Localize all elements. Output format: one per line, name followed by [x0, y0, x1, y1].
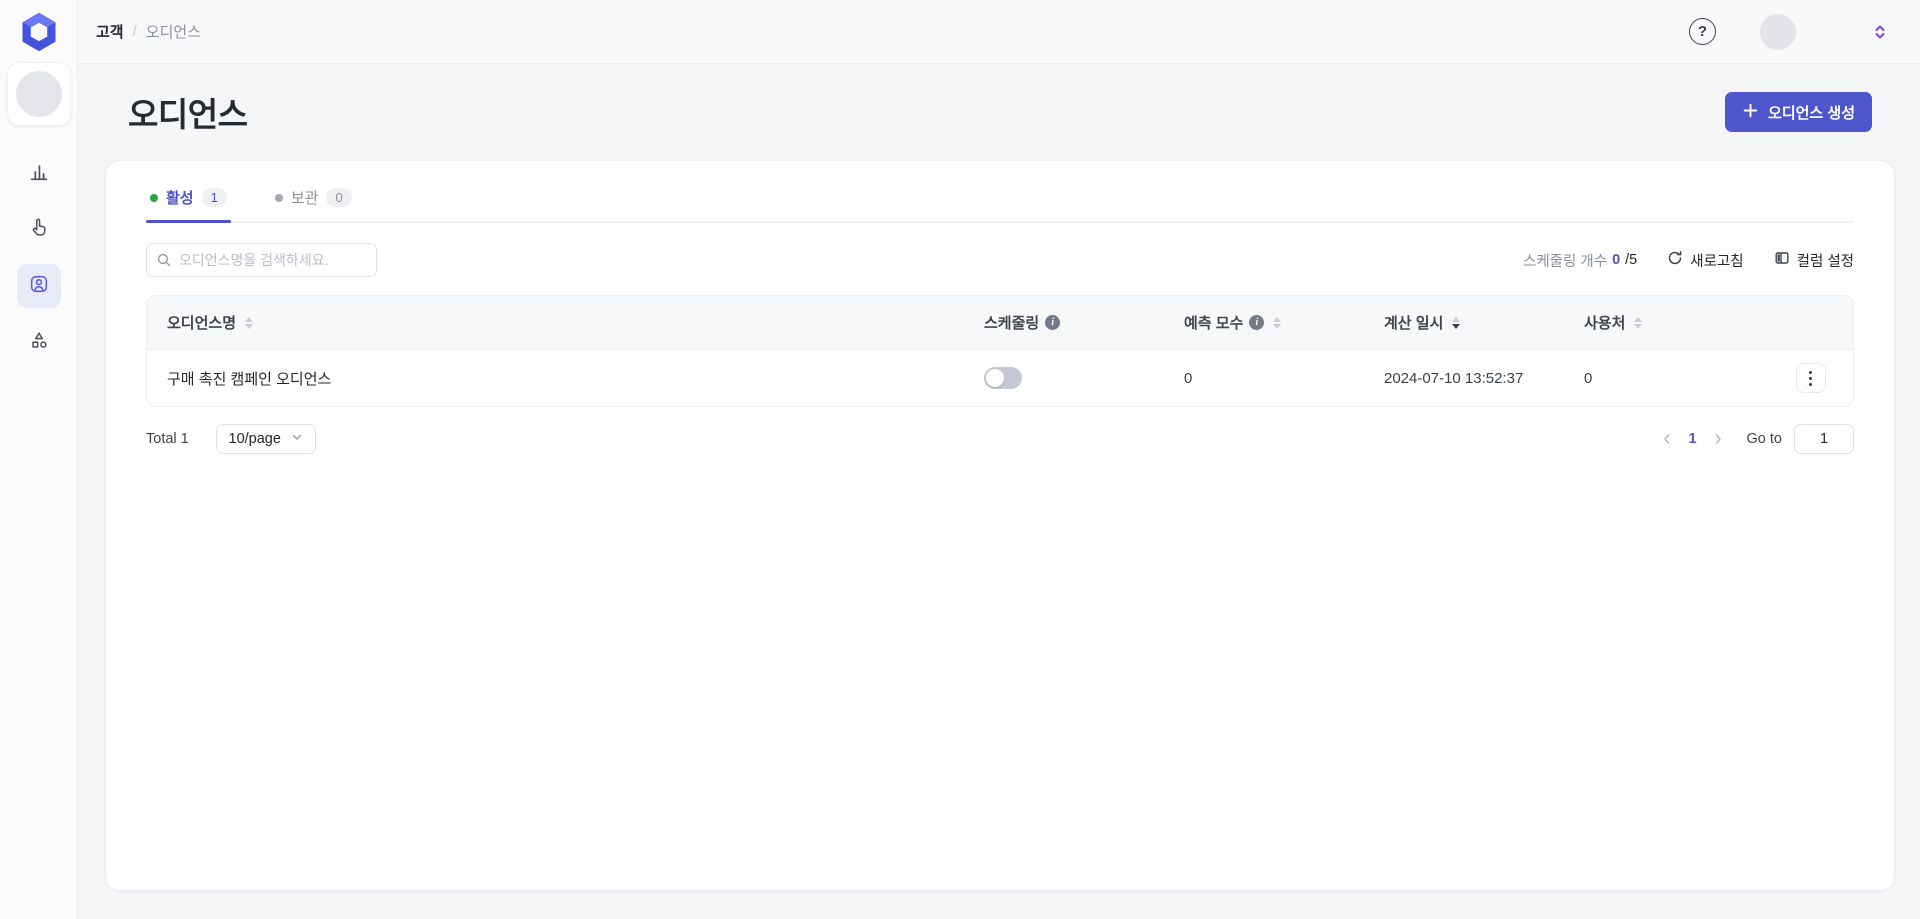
topbar-actions: ?: [1689, 13, 1890, 50]
goto-label: Go to: [1746, 431, 1782, 447]
search-box: [146, 243, 377, 277]
toggle-knob: [986, 369, 1004, 387]
tab-active-audiences[interactable]: 활성 1: [146, 187, 231, 223]
pagination: Total 1 10/page 1 Go to: [146, 424, 1854, 454]
audience-name-text: 구매 촉진 캠페인 오디언스: [167, 370, 332, 388]
scheduling-total-value: /5: [1625, 252, 1638, 268]
usage-value: 0: [1584, 369, 1593, 387]
column-header-predicted[interactable]: 예측 모수 i: [1168, 312, 1368, 333]
page-title: 오디언스: [128, 96, 248, 133]
predicted-value: 0: [1184, 369, 1193, 387]
tab-label: 활성: [166, 190, 194, 207]
page-header: 오디언스 오디언스 생성: [78, 64, 1920, 160]
sidebar: [0, 0, 78, 919]
breadcrumb-current[interactable]: 오디언스: [146, 21, 201, 42]
search-input[interactable]: [146, 243, 377, 277]
sidebar-nav: [16, 152, 61, 364]
page-size-select[interactable]: 10/page: [215, 424, 316, 454]
user-avatar[interactable]: [1760, 13, 1796, 50]
calculated-at-value: 2024-07-10 13:52:37: [1384, 369, 1524, 387]
prev-page-icon[interactable]: [1656, 428, 1678, 450]
tab-count-badge: 0: [326, 188, 352, 207]
sidebar-item-actions[interactable]: [17, 208, 61, 252]
tab-label: 보관: [290, 190, 319, 207]
sort-icon[interactable]: [245, 316, 254, 329]
chevron-down-icon: [291, 431, 303, 447]
column-settings-icon: [1774, 250, 1790, 270]
column-settings-label: 컬럼 설정: [1796, 253, 1854, 270]
audience-card: 활성 1 보관 0 스케줄링 개수 0/5: [105, 160, 1895, 891]
create-audience-button[interactable]: 오디언스 생성: [1725, 92, 1872, 132]
current-page-number[interactable]: 1: [1688, 431, 1696, 447]
info-icon[interactable]: i: [1249, 315, 1265, 330]
topbar: 고객 / 오디언스 ?: [78, 0, 1920, 64]
app-logo-cube-icon[interactable]: [16, 9, 62, 55]
page-size-value: 10/page: [228, 431, 281, 447]
cell-predicted: 0: [1168, 370, 1368, 387]
user-card-icon: [28, 273, 50, 300]
column-header-label: 예측 모수: [1184, 315, 1244, 332]
scheduling-toggle-off[interactable]: [984, 367, 1022, 389]
bar-chart-icon: [28, 161, 50, 188]
expand-collapse-icon[interactable]: [1870, 22, 1890, 42]
help-icon[interactable]: ?: [1689, 18, 1716, 45]
scheduling-count: 스케줄링 개수 0/5: [1523, 250, 1637, 271]
pager: 1 Go to: [1656, 424, 1854, 454]
tab-bar: 활성 1 보관 0: [146, 187, 1854, 223]
refresh-label: 새로고침: [1690, 253, 1744, 270]
sort-icon[interactable]: [1273, 316, 1282, 329]
scheduling-used-value: 0: [1612, 252, 1621, 268]
green-status-dot-icon: [150, 193, 158, 202]
info-icon[interactable]: i: [1045, 315, 1061, 330]
column-header-name[interactable]: 오디언스명: [147, 312, 968, 333]
column-header-label: 오디언스명: [167, 315, 237, 332]
sort-icon-desc-active[interactable]: [1452, 316, 1461, 329]
breadcrumb-separator: /: [132, 23, 137, 40]
refresh-button[interactable]: 새로고침: [1667, 250, 1744, 271]
total-count-label: Total 1: [146, 431, 189, 447]
cell-actions: [1768, 363, 1853, 393]
workspace-avatar-placeholder: [15, 71, 62, 117]
cell-scheduling: [968, 367, 1168, 389]
breadcrumb-section[interactable]: 고객: [96, 21, 124, 42]
table-header-row: 오디언스명 스케줄링 i 예측 모수 i 계산 일시 사용처: [147, 296, 1853, 349]
column-header-usage[interactable]: 사용처: [1568, 312, 1768, 333]
cell-audience-name[interactable]: 구매 촉진 캠페인 오디언스: [147, 368, 968, 389]
search-icon: [156, 252, 172, 273]
row-kebab-menu-icon[interactable]: [1795, 363, 1826, 393]
breadcrumb: 고객 / 오디언스: [96, 21, 201, 42]
gray-status-dot-icon: [274, 193, 283, 202]
cell-calculated-at: 2024-07-10 13:52:37: [1368, 370, 1568, 387]
sitemap-icon: [28, 329, 50, 356]
table-toolbar: 스케줄링 개수 0/5 새로고침: [146, 243, 1854, 277]
sort-icon[interactable]: [1634, 316, 1643, 329]
sidebar-item-flows[interactable]: [17, 320, 61, 364]
column-header-scheduling: 스케줄링 i: [968, 312, 1168, 333]
refresh-icon: [1667, 250, 1683, 270]
tab-archived-audiences[interactable]: 보관 0: [271, 187, 356, 221]
column-settings-button[interactable]: 컬럼 설정: [1774, 250, 1854, 271]
goto-page-input[interactable]: [1794, 424, 1854, 454]
help-glyph: ?: [1697, 23, 1708, 40]
plus-icon: [1742, 102, 1759, 123]
sidebar-item-audience[interactable]: [16, 264, 61, 308]
scheduling-count-label: 스케줄링 개수: [1522, 253, 1608, 270]
column-header-label: 계산 일시: [1384, 315, 1444, 332]
create-audience-label: 오디언스 생성: [1768, 104, 1855, 122]
workspace-avatar[interactable]: [6, 62, 71, 126]
hand-pointer-icon: [28, 217, 50, 244]
toolbar-right: 스케줄링 개수 0/5 새로고침 컬럼 설정: [1523, 250, 1854, 271]
column-header-label: 사용처: [1584, 315, 1626, 332]
column-header-label: 스케줄링: [984, 315, 1040, 332]
next-page-icon[interactable]: [1707, 428, 1729, 450]
column-header-calculated-at[interactable]: 계산 일시: [1368, 312, 1568, 333]
cell-usage: 0: [1568, 370, 1768, 387]
audience-table: 오디언스명 스케줄링 i 예측 모수 i 계산 일시 사용처 구매 촉진 캠페인…: [146, 295, 1854, 407]
table-row[interactable]: 구매 촉진 캠페인 오디언스 0 2024-07-10 13:52:37 0: [147, 349, 1853, 406]
sidebar-item-analytics[interactable]: [17, 152, 61, 196]
tab-count-badge: 1: [201, 188, 227, 207]
